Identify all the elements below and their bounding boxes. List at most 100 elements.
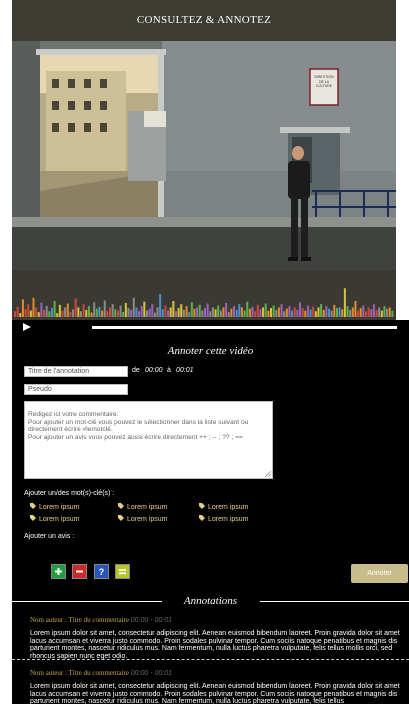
timeline-bar[interactable] (306, 305, 309, 317)
timeline-bar[interactable] (74, 298, 77, 317)
progress-bar[interactable] (92, 326, 397, 329)
timeline-bar[interactable] (238, 304, 241, 317)
timeline-bar[interactable] (312, 306, 315, 317)
annotation-timeline[interactable] (12, 270, 396, 320)
annotation-header[interactable]: Nom auteur : Titre du commentaire 00:00 … (30, 616, 172, 624)
timeline-bar[interactable] (214, 309, 217, 317)
timeline-bar[interactable] (267, 310, 270, 317)
timeline-bar[interactable] (198, 304, 201, 317)
timeline-bar[interactable] (222, 307, 225, 317)
timeline-bar[interactable] (167, 310, 170, 317)
timeline-bar[interactable] (254, 311, 257, 317)
timeline-bar[interactable] (190, 302, 193, 317)
timeline-bar[interactable] (169, 307, 172, 317)
timeline-bar[interactable] (174, 311, 178, 317)
timeline-bar[interactable] (182, 309, 185, 317)
timeline-bar[interactable] (98, 306, 101, 317)
timeline-bar[interactable] (64, 307, 67, 317)
timeline-bar[interactable] (159, 293, 162, 317)
timeline-bar[interactable] (367, 307, 370, 317)
play-icon[interactable] (22, 322, 32, 332)
timeline-bar[interactable] (328, 308, 331, 317)
timeline-bar[interactable] (14, 311, 17, 317)
timeline-bar[interactable] (109, 307, 112, 317)
timeline-bar[interactable] (151, 304, 154, 317)
timeline-bar[interactable] (77, 307, 80, 317)
timeline-bar[interactable] (370, 309, 373, 317)
timeline-bar[interactable] (56, 313, 59, 317)
timeline-bar[interactable] (58, 304, 61, 317)
timeline-bar[interactable] (35, 307, 38, 317)
timeline-bar[interactable] (140, 306, 143, 317)
keyword-tag[interactable]: Lorem ipsum (199, 515, 248, 524)
timeline-bar[interactable] (111, 304, 114, 317)
opinion-question-button[interactable]: ? (94, 564, 109, 579)
timeline-bar[interactable] (317, 307, 320, 317)
timeline-bar[interactable] (93, 302, 96, 317)
end-time[interactable]: 00:01 (176, 367, 194, 374)
keyword-tag[interactable]: Lorem ipsum (30, 503, 79, 512)
timeline-bar[interactable] (304, 310, 307, 317)
timeline-bar[interactable] (372, 304, 375, 317)
timeline-bar[interactable] (16, 306, 19, 317)
timeline-bar[interactable] (256, 304, 259, 317)
timeline-bar[interactable] (21, 299, 24, 317)
annotate-submit-button[interactable]: Annoter (351, 564, 408, 583)
timeline-bar[interactable] (349, 309, 352, 317)
timeline-bar[interactable] (50, 308, 53, 317)
timeline-bar[interactable] (90, 312, 93, 317)
timeline-bar[interactable] (148, 308, 151, 317)
timeline-bar[interactable] (130, 309, 133, 317)
timeline-bar[interactable] (172, 301, 175, 317)
timeline-bar[interactable] (351, 307, 354, 317)
timeline-bar[interactable] (259, 309, 262, 317)
timeline-bar[interactable] (45, 305, 48, 317)
timeline-bar[interactable] (251, 306, 254, 317)
timeline-bar[interactable] (196, 307, 199, 317)
timeline-bar[interactable] (29, 310, 32, 317)
timeline-bar[interactable] (299, 302, 302, 317)
start-time[interactable]: 00:00 (145, 367, 163, 374)
timeline-bar[interactable] (211, 307, 214, 317)
timeline-bar[interactable] (19, 313, 22, 317)
timeline-bar[interactable] (285, 308, 288, 317)
keyword-tag[interactable]: Lorem ipsum (30, 515, 79, 524)
timeline-bar[interactable] (53, 301, 56, 317)
timeline-bar[interactable] (378, 307, 381, 317)
timeline-bar[interactable] (122, 311, 125, 317)
timeline-bar[interactable] (357, 310, 360, 317)
timeline-bar[interactable] (375, 309, 378, 317)
timeline-bar[interactable] (72, 309, 75, 317)
timeline-bar[interactable] (322, 309, 325, 317)
opinion-plus-button[interactable] (51, 564, 66, 579)
timeline-bar[interactable] (291, 310, 294, 317)
timeline-bar[interactable] (346, 306, 349, 317)
timeline-bar[interactable] (288, 306, 291, 317)
timeline-bar[interactable] (24, 309, 27, 317)
keyword-tag[interactable]: Lorem ipsum (118, 503, 167, 512)
timeline-bar[interactable] (320, 304, 323, 317)
keyword-tag[interactable]: Lorem ipsum (199, 503, 248, 512)
annotation-title-input[interactable]: Titre de l'annotation (24, 366, 128, 377)
timeline-bar[interactable] (87, 306, 90, 317)
timeline-bar[interactable] (296, 309, 299, 317)
timeline-bar[interactable] (85, 309, 88, 317)
timeline-bar[interactable] (391, 310, 394, 317)
timeline-bar[interactable] (301, 308, 304, 317)
timeline-bar[interactable] (325, 306, 328, 317)
timeline-bar[interactable] (193, 308, 196, 317)
timeline-bar[interactable] (386, 308, 389, 317)
timeline-bar[interactable] (206, 303, 209, 317)
timeline-bar[interactable] (69, 311, 72, 317)
timeline-bar[interactable] (143, 301, 146, 317)
comment-textarea[interactable]: Rédigez ici votre commentaire. Pour ajou… (24, 401, 273, 479)
timeline-bar[interactable] (48, 311, 51, 317)
timeline-bar[interactable] (132, 297, 135, 317)
timeline-bar[interactable] (40, 302, 43, 317)
timeline-bar[interactable] (61, 310, 64, 317)
timeline-bar[interactable] (180, 304, 183, 317)
timeline-bar[interactable] (240, 307, 243, 317)
timeline-bar[interactable] (156, 307, 159, 317)
timeline-bar[interactable] (188, 311, 191, 317)
timeline-bar[interactable] (32, 297, 35, 317)
